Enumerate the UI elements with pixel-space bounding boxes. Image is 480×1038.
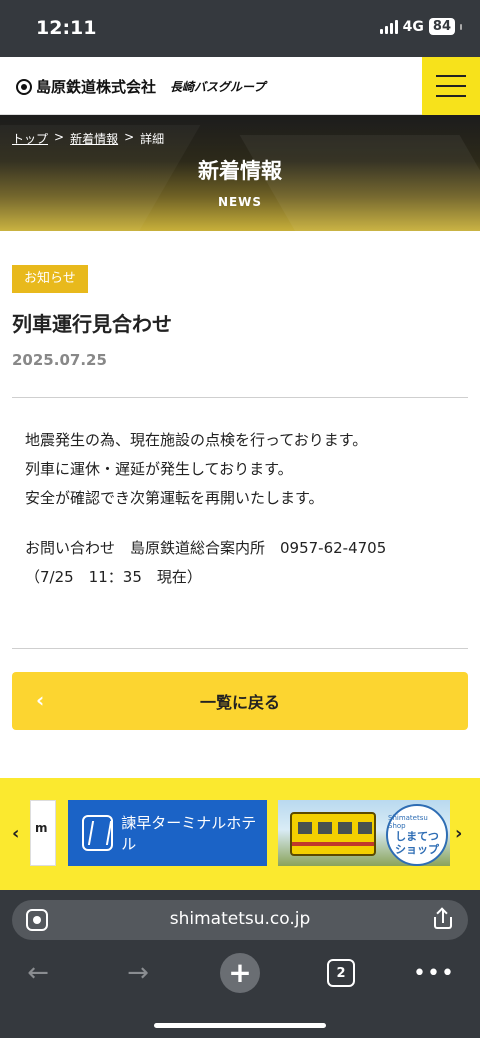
status-indicators: 4G 84 [379,18,462,35]
article-body: 地震発生の為、現在施設の点検を行っております。 列車に運休・遅延が発生しておりま… [25,426,465,592]
body-line: 安全が確認でき次第運転を再開いたします。 [25,489,324,507]
hotel-name: 諫早ターミナルホテル [121,814,257,853]
back-to-list-button[interactable]: ‹ 一覧に戻る [12,672,468,730]
carousel-next-icon[interactable]: › [455,823,462,844]
forward-arrow-icon[interactable]: → [118,952,158,994]
article-date: 2025.07.25 [12,351,107,369]
network-label: 4G [402,18,424,35]
breadcrumb-separator: > [54,130,65,144]
signal-icon [379,19,398,34]
site-header: 島原鉄道株式会社 長崎バスグループ [0,57,480,115]
shop-ring-text: Shimatetsu Shop [388,814,428,830]
contact-line: お問い合わせ 島原鉄道総合案内所 0957-62-4705 [25,539,387,557]
tab-count: 2 [327,959,355,987]
hamburger-icon-line [436,85,466,87]
banner-carousel: ‹ m 諫早ターミナルホテル Shimatetsu Shop しまてつ ショップ… [0,778,480,890]
menu-button[interactable] [422,57,480,115]
plus-icon: + [220,953,260,993]
banner-partial-text: m [35,821,48,835]
status-time: 12:11 [36,17,97,39]
url-text[interactable]: shimatetsu.co.jp [12,909,468,929]
address-bar[interactable]: shimatetsu.co.jp [12,900,468,940]
timestamp-note: （7/25 11：35 現在） [25,568,202,586]
page-hero: トップ > 新着情報 > 詳細 新着情報 NEWS [0,115,480,231]
logo-icon [16,78,32,95]
chevron-left-icon: ‹ [36,688,45,712]
breadcrumb: トップ > 新着情報 > 詳細 [12,130,164,147]
tabs-button[interactable]: 2 [324,952,358,994]
browser-toolbar: shimatetsu.co.jp ← → + 2 ••• [0,890,480,1038]
share-icon[interactable] [434,909,452,929]
hamburger-icon-line [436,75,466,77]
status-bar: 12:11 4G 84 [0,0,480,57]
breadcrumb-news-link[interactable]: 新着情報 [70,130,118,147]
battery-tip [460,23,462,30]
shop-name: しまてつ ショップ [395,830,439,856]
carousel-prev-icon[interactable]: ‹ [12,823,19,844]
home-indicator [154,1023,326,1028]
browser-nav: ← → + 2 ••• [0,952,480,994]
body-line: 列車に運休・遅延が発生しております。 [25,460,293,478]
logo-text: 島原鉄道株式会社 [36,78,157,96]
category-badge: お知らせ [12,265,88,293]
back-to-list-label: 一覧に戻る [199,693,280,712]
hotel-logo-icon [82,815,114,851]
train-image [290,812,376,856]
article-title: 列車運行見合わせ [12,312,172,336]
page-subtitle: NEWS [217,195,263,209]
breadcrumb-home-link[interactable]: トップ [12,130,48,147]
new-tab-button[interactable]: + [218,952,262,994]
banner-partial[interactable]: m [30,800,56,866]
divider [12,648,468,649]
site-logo[interactable]: 島原鉄道株式会社 長崎バスグループ [16,76,265,97]
breadcrumb-separator: > [124,130,135,144]
logo-sub-text: 長崎バスグループ [170,80,266,94]
page-title: 新着情報 [198,159,282,183]
hamburger-icon-line [436,95,466,97]
back-arrow-icon[interactable]: ← [18,952,58,994]
shop-logo: Shimatetsu Shop しまてつ ショップ [386,804,448,866]
banner-hotel[interactable]: 諫早ターミナルホテル [68,800,267,866]
breadcrumb-current: 詳細 [140,132,165,146]
body-line: 地震発生の為、現在施設の点検を行っております。 [25,431,368,449]
battery-icon: 84 [428,18,455,35]
banner-shop[interactable]: Shimatetsu Shop しまてつ ショップ [278,800,450,866]
more-icon[interactable]: ••• [413,952,454,994]
divider [12,397,468,398]
